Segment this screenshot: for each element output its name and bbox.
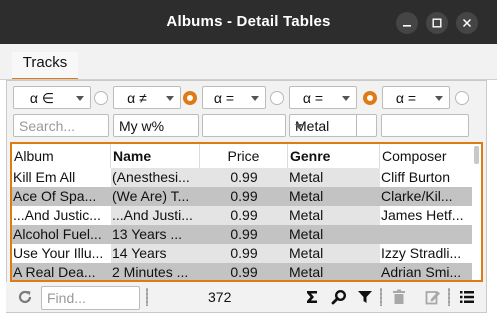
chevron-down-icon <box>166 96 174 101</box>
table-row[interactable]: Alcohol Fuel... 13 Years ... 0.99 Metal <box>12 225 472 244</box>
cell-name: 2 Minutes ... <box>111 263 200 280</box>
tab-tracks[interactable]: Tracks <box>12 52 78 80</box>
column-header-name[interactable]: Name <box>111 144 200 168</box>
table-row[interactable]: A Real Dea... 2 Minutes ... 0.99 Metal Adria… <box>12 263 472 280</box>
chevron-down-icon <box>295 124 303 129</box>
cell-name: (We Are) T... <box>111 187 200 206</box>
operator-dropdown-composer[interactable]: α = <box>382 86 450 109</box>
toolbar-separator <box>380 288 382 306</box>
cell-name: 14 Years <box>111 244 200 263</box>
filter-input-composer[interactable] <box>381 114 469 137</box>
cell-genre: Metal <box>288 168 380 187</box>
cell-genre: Metal <box>288 244 380 263</box>
edit-icon[interactable] <box>424 288 442 306</box>
table-row[interactable]: Ace Of Spa... (We Are) T... 0.99 Metal Clark… <box>12 187 472 206</box>
filter-value: My w% <box>119 118 165 134</box>
radio-composer[interactable] <box>455 91 469 105</box>
cell-name: (Anesthesi... <box>111 168 200 187</box>
cell-price: 0.99 <box>200 263 288 280</box>
vertical-scrollbar[interactable] <box>474 146 479 164</box>
operator-dropdown-genre[interactable]: α = <box>289 86 357 109</box>
radio-name[interactable] <box>183 91 197 105</box>
search-icon[interactable] <box>330 288 348 306</box>
operator-dropdown-album[interactable]: α ∈ <box>13 86 91 109</box>
chevron-down-icon <box>76 96 84 101</box>
refresh-icon[interactable] <box>16 288 34 306</box>
column-header-genre[interactable]: Genre <box>288 144 380 168</box>
title-bar: Albums - Detail Tables <box>0 0 497 44</box>
cell-album: A Real Dea... <box>12 263 111 280</box>
cell-genre: Metal <box>288 187 380 206</box>
radio-album[interactable] <box>94 91 108 105</box>
find-placeholder: Find... <box>47 290 86 306</box>
delete-icon[interactable] <box>390 288 408 306</box>
cell-album: Alcohol Fuel... <box>12 225 111 244</box>
list-icon[interactable] <box>458 288 476 306</box>
cell-album: Ace Of Spa... <box>12 187 111 206</box>
window-title: Albums - Detail Tables <box>166 13 331 30</box>
cell-composer <box>380 225 472 244</box>
cell-price: 0.99 <box>200 225 288 244</box>
column-header-composer[interactable]: Composer <box>380 144 472 168</box>
close-icon <box>462 18 472 28</box>
toolbar-separator <box>146 288 148 306</box>
cell-album: Use Your Illu... <box>12 244 111 263</box>
table-row[interactable]: Use Your Illu... 14 Years 0.99 Metal Izzy St… <box>12 244 472 263</box>
filter-select-genre[interactable]: Metal <box>289 114 377 137</box>
operator-label: α ≠ <box>127 90 147 106</box>
tab-bar: Tracks <box>0 44 497 80</box>
cell-composer: Cliff Burton <box>380 168 472 187</box>
operator-label: α = <box>213 90 235 106</box>
cell-composer: James Hetf... <box>380 206 472 225</box>
cell-price: 0.99 <box>200 244 288 263</box>
table-header: Album Name Price Genre Composer <box>12 144 472 169</box>
cell-composer: Clarke/Kil... <box>380 187 472 206</box>
cell-composer: Adrian Smi... <box>380 263 472 280</box>
filter-placeholder: Search... <box>19 118 76 134</box>
filter-input-album[interactable]: Search... <box>13 114 109 137</box>
filter-icon[interactable] <box>356 288 374 306</box>
cell-price: 0.99 <box>200 206 288 225</box>
cell-album: Kill Em All <box>12 168 111 187</box>
tracks-table: Album Name Price Genre Composer Kill Em … <box>10 142 483 282</box>
cell-genre: Metal <box>288 225 380 244</box>
record-count: 372 <box>208 289 232 305</box>
operator-dropdown-name[interactable]: α ≠ <box>113 86 181 109</box>
maximize-button[interactable] <box>426 12 448 34</box>
cell-price: 0.99 <box>200 168 288 187</box>
minimize-icon <box>403 25 411 27</box>
cell-album: ...And Justic... <box>12 206 111 225</box>
operator-label: α = <box>395 90 417 106</box>
maximize-icon <box>432 18 442 28</box>
sigma-icon[interactable] <box>304 288 320 306</box>
find-input[interactable]: Find... <box>41 286 140 310</box>
toolbar-separator <box>448 288 450 306</box>
cell-name: ...And Justi... <box>111 206 200 225</box>
cell-price: 0.99 <box>200 187 288 206</box>
cell-name: 13 Years ... <box>111 225 200 244</box>
column-header-album[interactable]: Album <box>12 144 111 168</box>
cell-composer: Izzy Stradli... <box>380 244 472 263</box>
table-row[interactable]: Kill Em All (Anesthesi... 0.99 Metal Cliff B… <box>12 168 472 187</box>
radio-genre[interactable] <box>363 91 377 105</box>
chevron-down-icon <box>435 96 443 101</box>
chevron-down-icon <box>342 96 350 101</box>
table-row[interactable]: ...And Justic... ...And Justi... 0.99 Metal… <box>12 206 472 225</box>
chevron-down-icon <box>251 96 259 101</box>
operator-label: α = <box>302 90 324 106</box>
operator-label: α ∈ <box>29 90 55 106</box>
dropdown-divider <box>356 115 357 136</box>
radio-price[interactable] <box>270 91 284 105</box>
filter-input-name[interactable]: My w% <box>113 114 199 137</box>
column-header-price[interactable]: Price <box>200 144 288 168</box>
cell-genre: Metal <box>288 263 380 280</box>
filter-input-price[interactable] <box>202 114 286 137</box>
operator-dropdown-price[interactable]: α = <box>202 86 266 109</box>
cell-genre: Metal <box>288 206 380 225</box>
close-button[interactable] <box>456 12 478 34</box>
minimize-button[interactable] <box>396 12 418 34</box>
